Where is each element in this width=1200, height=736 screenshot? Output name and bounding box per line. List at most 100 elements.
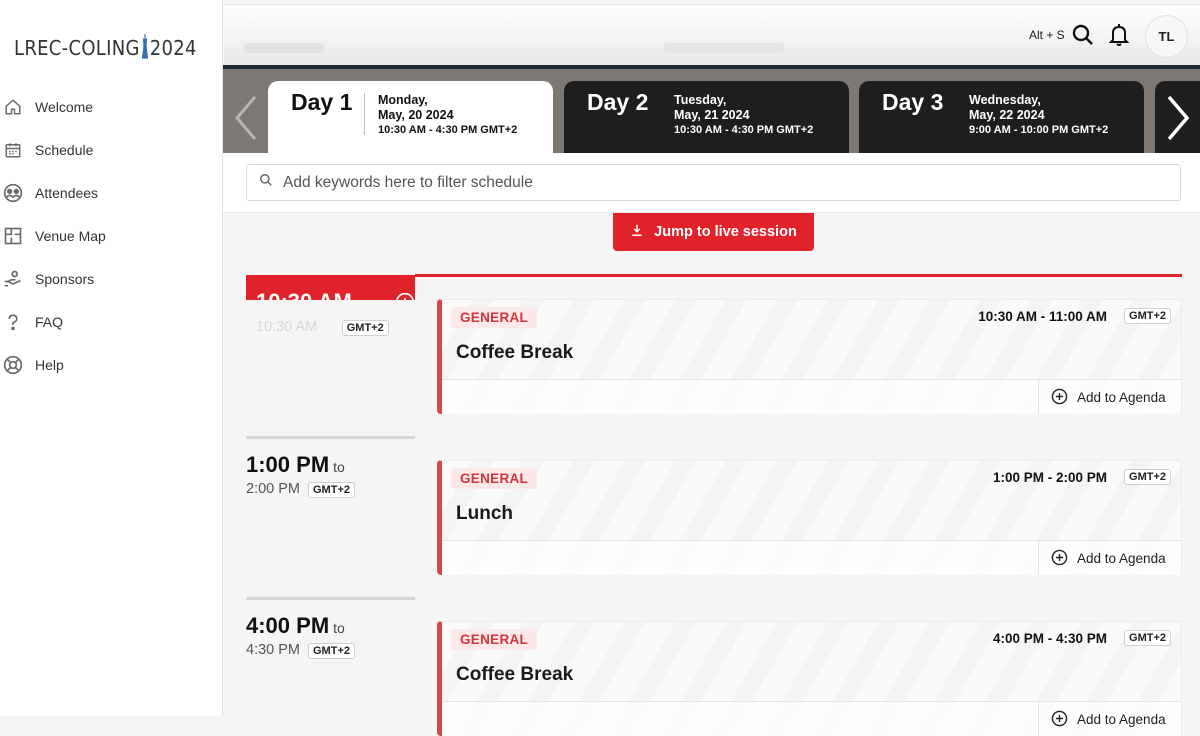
session-footer: Add to Agenda <box>442 701 1181 736</box>
sidebar-item-faq[interactable]: FAQ <box>0 300 222 343</box>
session-card[interactable]: GENERAL 10:30 AM - 11:00 AM GMT+2 Coffee… <box>437 299 1182 414</box>
session-title: Lunch <box>456 503 513 524</box>
sidebar: LREC-COLING 2024 Welcome Schedule Attend… <box>0 0 223 716</box>
day-meta: Wednesday, May, 22 2024 9:00 AM - 10:00 … <box>969 93 1108 138</box>
sidebar-item-label: Sponsors <box>35 270 95 287</box>
session-time: 1:00 PM - 2:00 PM <box>992 470 1107 485</box>
timezone-badge: GMT+2 <box>341 320 389 336</box>
day-name: Day 3 <box>882 89 944 115</box>
day-weekday: Tuesday, <box>674 93 727 107</box>
tower-icon <box>141 34 148 59</box>
add-to-agenda-label: Add to Agenda <box>1077 390 1166 405</box>
time-slot-separator <box>246 436 415 439</box>
day-weekday: Wednesday, <box>969 93 1041 107</box>
lifebuoy-icon <box>3 355 23 375</box>
home-icon <box>3 97 23 117</box>
jump-to-live-button[interactable]: Jump to live session <box>613 213 814 251</box>
day-time: 10:30 AM - 4:30 PM GMT+2 <box>674 124 814 136</box>
time-slot-start: 4:00 PM <box>246 613 330 638</box>
time-slot-end: 4:30 PM <box>246 642 300 658</box>
time-slot: 10:30 AM GMT+2 <box>246 318 415 336</box>
category-badge: GENERAL <box>451 629 538 650</box>
notification-bell-icon[interactable] <box>1107 22 1131 48</box>
filter-bar <box>223 153 1200 213</box>
map-icon <box>3 226 23 246</box>
live-time-marker: 10:30 AM <box>246 275 415 300</box>
search-icon <box>259 173 273 192</box>
sidebar-item-label: Welcome <box>35 98 94 115</box>
chevron-left-icon[interactable] <box>231 93 261 143</box>
day-time: 9:00 AM - 10:00 PM GMT+2 <box>969 124 1109 136</box>
day-date: May, 20 2024 <box>378 108 454 122</box>
time-slot: 1:00 PM to 2:00 PM GMT+2 <box>246 452 415 498</box>
avatar[interactable]: TL <box>1145 15 1188 58</box>
day-date: May, 22 2024 <box>969 108 1045 122</box>
time-slot-end: 2:00 PM <box>246 481 300 497</box>
session-card[interactable]: GENERAL 1:00 PM - 2:00 PM GMT+2 Lunch Ad… <box>437 460 1182 575</box>
time-slot-start: 10:30 AM <box>256 319 318 335</box>
divider <box>364 93 365 135</box>
sidebar-item-attendees[interactable]: Attendees <box>0 171 222 214</box>
top-bar: Alt + S TL <box>224 4 1200 65</box>
download-icon <box>630 223 644 241</box>
filter-input[interactable] <box>283 173 1143 192</box>
sidebar-item-label: FAQ <box>35 313 64 330</box>
handshake-icon <box>3 269 23 289</box>
time-slot-start: 1:00 PM <box>246 452 330 477</box>
session-time: 4:00 PM - 4:30 PM <box>992 631 1107 646</box>
timezone-badge: GMT+2 <box>308 643 355 659</box>
sidebar-item-label: Venue Map <box>35 227 106 244</box>
calendar-icon <box>3 140 23 160</box>
sidebar-item-label: Help <box>35 356 64 373</box>
plus-circle-icon <box>1051 388 1068 408</box>
day-name: Day 2 <box>587 89 649 115</box>
session-time: 10:30 AM - 11:00 AM <box>978 309 1107 324</box>
session-title: Coffee Break <box>456 664 574 685</box>
jump-to-live-label: Jump to live session <box>654 224 797 240</box>
session-title: Coffee Break <box>456 342 574 363</box>
time-slot: 4:00 PM to 4:30 PM GMT+2 <box>246 613 415 659</box>
add-to-agenda-button[interactable]: Add to Agenda <box>1038 380 1181 414</box>
people-icon <box>3 183 23 203</box>
day-tab-3[interactable]: Day 3 Wednesday, May, 22 2024 9:00 AM - … <box>859 81 1144 153</box>
search-shortcut-hint: Alt + S <box>1029 28 1065 42</box>
category-badge: GENERAL <box>451 468 538 489</box>
day-tab-2[interactable]: Day 2 Tuesday, May, 21 2024 10:30 AM - 4… <box>564 81 849 153</box>
sidebar-item-schedule[interactable]: Schedule <box>0 128 222 171</box>
sidebar-item-label: Schedule <box>35 141 94 158</box>
sidebar-nav: Welcome Schedule Attendees Venue Map Spo… <box>0 85 222 386</box>
add-to-agenda-label: Add to Agenda <box>1077 551 1166 566</box>
day-tab-1[interactable]: Day 1 Monday, May, 20 2024 10:30 AM - 4:… <box>268 81 553 153</box>
live-indicator-line <box>415 274 1182 277</box>
timezone-badge: GMT+2 <box>308 482 355 498</box>
logo-text-left: LREC-COLING <box>14 36 140 60</box>
sidebar-item-welcome[interactable]: Welcome <box>0 85 222 128</box>
clock-icon <box>395 292 415 300</box>
time-slot-separator <box>246 597 415 600</box>
sidebar-item-sponsors[interactable]: Sponsors <box>0 257 222 300</box>
session-footer: Add to Agenda <box>442 379 1181 414</box>
timezone-badge: GMT+2 <box>1124 308 1171 324</box>
day-weekday: Monday, <box>378 93 428 107</box>
plus-circle-icon <box>1051 549 1068 569</box>
add-to-agenda-button[interactable]: Add to Agenda <box>1038 702 1181 736</box>
add-to-agenda-button[interactable]: Add to Agenda <box>1038 541 1181 575</box>
filter-field[interactable] <box>246 164 1181 201</box>
sidebar-item-venue-map[interactable]: Venue Map <box>0 214 222 257</box>
search-icon[interactable] <box>1071 23 1095 47</box>
session-card[interactable]: GENERAL 4:00 PM - 4:30 PM GMT+2 Coffee B… <box>437 621 1182 736</box>
day-meta: Monday, May, 20 2024 10:30 AM - 4:30 PM … <box>378 93 517 138</box>
chevron-right-icon[interactable] <box>1163 93 1193 143</box>
timezone-badge: GMT+2 <box>1124 469 1171 485</box>
logo[interactable]: LREC-COLING 2024 <box>14 34 197 60</box>
session-footer: Add to Agenda <box>442 540 1181 575</box>
sidebar-item-label: Attendees <box>35 184 99 201</box>
top-bar-blurred-item <box>244 43 324 53</box>
time-slot-to: to <box>333 620 345 636</box>
day-selector: Day 1 Monday, May, 20 2024 10:30 AM - 4:… <box>223 65 1200 153</box>
sidebar-item-help[interactable]: Help <box>0 343 222 386</box>
day-date: May, 21 2024 <box>674 108 750 122</box>
logo-text-right: 2024 <box>149 36 197 60</box>
plus-circle-icon <box>1051 710 1068 730</box>
add-to-agenda-label: Add to Agenda <box>1077 712 1166 727</box>
